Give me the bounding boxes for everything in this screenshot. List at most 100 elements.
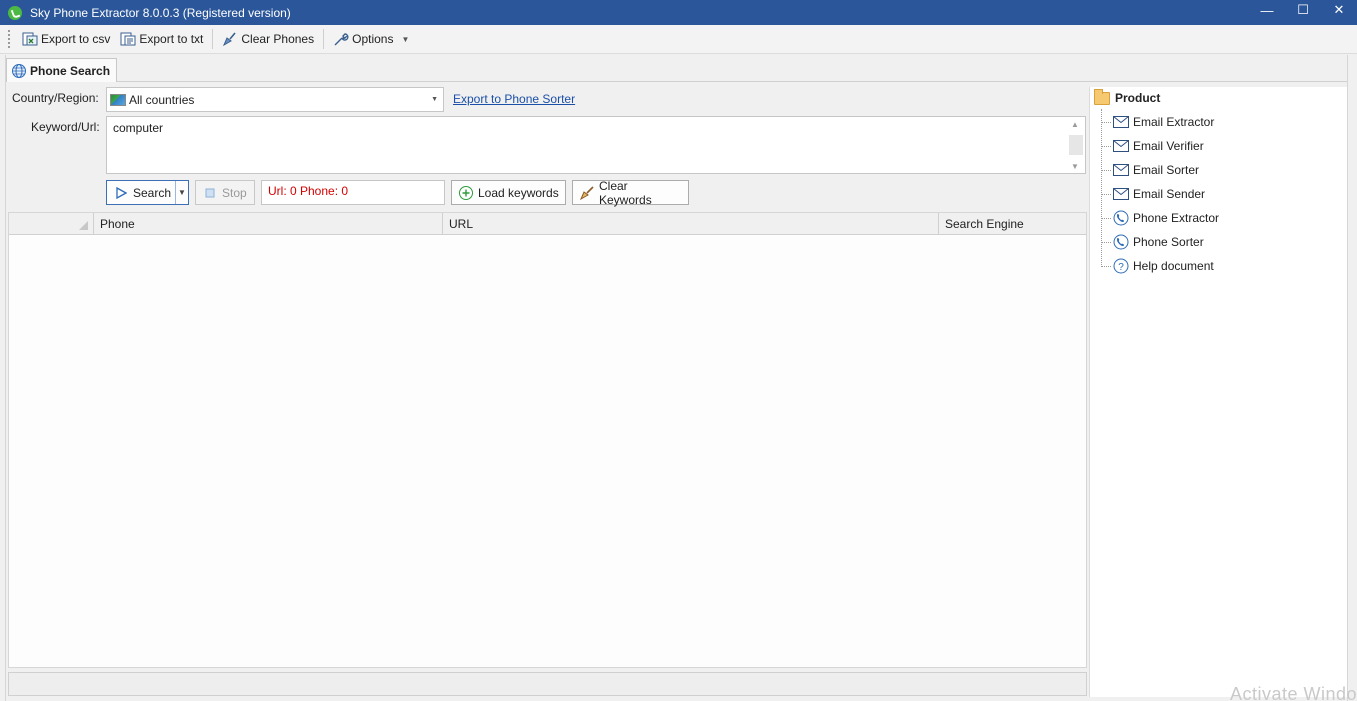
keyword-label: Keyword/Url: (31, 120, 100, 134)
scroll-thumb[interactable] (1069, 135, 1083, 155)
tree-item-help-document[interactable]: ? Help document (1101, 257, 1214, 275)
world-flag-icon (110, 93, 126, 106)
country-label: Country/Region: (12, 91, 99, 105)
keyword-scrollbar[interactable]: ▲ ▼ (1067, 118, 1084, 173)
stop-button[interactable]: Stop (195, 180, 255, 205)
minimize-button[interactable]: — (1249, 0, 1285, 20)
export-txt-label: Export to txt (139, 32, 204, 46)
broom-icon (579, 185, 595, 201)
tree-item-label: Email Sender (1133, 187, 1206, 201)
tree-connector (1101, 121, 1111, 123)
wrench-icon (333, 31, 349, 47)
clear-phones-button[interactable]: Clear Phones (217, 28, 319, 50)
tree-root-label: Product (1115, 91, 1161, 105)
export-txt-button[interactable]: Export to txt (115, 28, 208, 50)
export-txt-icon (120, 31, 136, 47)
tree-item-label: Email Extractor (1133, 115, 1215, 129)
search-button[interactable]: Search ▼ (106, 180, 189, 205)
play-icon (113, 185, 129, 201)
tree-connector (1101, 217, 1111, 219)
load-keywords-button[interactable]: Load keywords (451, 180, 566, 205)
search-dropdown-icon[interactable]: ▼ (176, 181, 188, 204)
phone-icon (1113, 210, 1129, 226)
broom-icon (222, 31, 238, 47)
grid-corner[interactable] (9, 213, 94, 235)
tree-connector (1101, 265, 1111, 267)
stop-label: Stop (222, 185, 247, 200)
clear-keywords-label: Clear Keywords (599, 178, 652, 207)
country-value: All countries (129, 92, 195, 107)
svg-text:?: ? (1118, 262, 1124, 273)
options-label: Options (352, 32, 394, 46)
product-tree: Product Email Extractor Email Verifier E… (1089, 87, 1347, 697)
tree-root-product[interactable]: Product (1094, 88, 1161, 105)
toolbar-grip[interactable] (8, 30, 11, 48)
window-controls: — ☐ ✕ (1249, 0, 1357, 25)
mail-icon (1113, 114, 1129, 130)
tree-item-phone-sorter[interactable]: Phone Sorter (1101, 233, 1204, 251)
export-csv-icon (22, 31, 38, 47)
export-to-phone-sorter-link[interactable]: Export to Phone Sorter (453, 92, 575, 106)
tree-item-label: Email Verifier (1133, 139, 1204, 153)
export-csv-button[interactable]: Export to csv (17, 28, 115, 50)
tab-phone-search[interactable]: Phone Search (6, 58, 118, 82)
toolbar: Export to csv Export to txt Clear Phones… (0, 25, 1357, 54)
results-grid[interactable]: Phone URL Search Engine (8, 212, 1087, 668)
mail-icon (1113, 138, 1129, 154)
tree-item-label: Help document (1133, 259, 1214, 273)
keyword-input[interactable]: computer ▲ ▼ (106, 116, 1086, 174)
country-select[interactable]: All countries ▼ (106, 87, 444, 112)
select-all-icon (79, 221, 88, 230)
grid-header: Phone URL Search Engine (9, 213, 1086, 235)
tab-strip: Phone Search (0, 55, 1357, 82)
mail-icon (1113, 186, 1129, 202)
window-title: Sky Phone Extractor 8.0.0.3 (Registered … (30, 5, 291, 20)
toolbar-separator (212, 29, 214, 49)
tree-connector (1101, 169, 1111, 171)
load-keywords-label: Load keywords (478, 185, 559, 200)
app-phone-icon (8, 5, 22, 20)
globe-icon (11, 63, 27, 79)
tree-item-email-extractor[interactable]: Email Extractor (1101, 113, 1214, 131)
tree-connector (1101, 241, 1111, 243)
help-icon: ? (1113, 258, 1129, 274)
tree-item-email-sorter[interactable]: Email Sorter (1101, 161, 1199, 179)
options-button[interactable]: Options ▼ (328, 28, 414, 50)
stop-icon (202, 185, 218, 201)
close-button[interactable]: ✕ (1321, 0, 1357, 20)
right-edge (1347, 55, 1357, 701)
tree-item-label: Phone Sorter (1133, 235, 1204, 249)
scroll-down-icon[interactable]: ▼ (1071, 162, 1079, 171)
search-main-button[interactable]: Search (107, 181, 177, 204)
tree-item-label: Phone Extractor (1133, 211, 1220, 225)
clear-phones-label: Clear Phones (241, 32, 315, 46)
add-circle-icon (458, 185, 474, 201)
title-bar: Sky Phone Extractor 8.0.0.3 (Registered … (0, 0, 1357, 25)
activation-watermark: Activate Windo (1229, 684, 1357, 701)
phone-icon (1113, 234, 1129, 250)
search-label: Search (133, 185, 172, 200)
column-header-url[interactable]: URL (443, 213, 939, 235)
status-counter: Url: 0 Phone: 0 (261, 180, 445, 205)
status-bar (8, 672, 1087, 696)
tree-item-phone-extractor[interactable]: Phone Extractor (1101, 209, 1219, 227)
folder-icon (1094, 88, 1110, 105)
grid-body[interactable] (9, 235, 1086, 667)
tree-connector (1101, 193, 1111, 195)
tab-label: Phone Search (30, 63, 111, 78)
mail-icon (1113, 162, 1129, 178)
tree-item-label: Email Sorter (1133, 163, 1200, 177)
tree-item-email-sender[interactable]: Email Sender (1101, 185, 1205, 203)
export-csv-label: Export to csv (41, 32, 111, 46)
tree-item-email-verifier[interactable]: Email Verifier (1101, 137, 1204, 155)
search-panel: Country/Region: All countries ▼ Export t… (6, 82, 1089, 697)
maximize-button[interactable]: ☐ (1285, 0, 1321, 20)
column-header-phone[interactable]: Phone (94, 213, 443, 235)
scroll-up-icon[interactable]: ▲ (1071, 120, 1079, 129)
clear-keywords-button[interactable]: Clear Keywords (572, 178, 689, 207)
toolbar-separator (323, 29, 325, 49)
chevron-down-icon: ▼ (401, 34, 410, 44)
tree-connector (1101, 145, 1111, 147)
chevron-down-icon: ▼ (431, 96, 438, 103)
column-header-search-engine[interactable]: Search Engine (939, 213, 1086, 235)
